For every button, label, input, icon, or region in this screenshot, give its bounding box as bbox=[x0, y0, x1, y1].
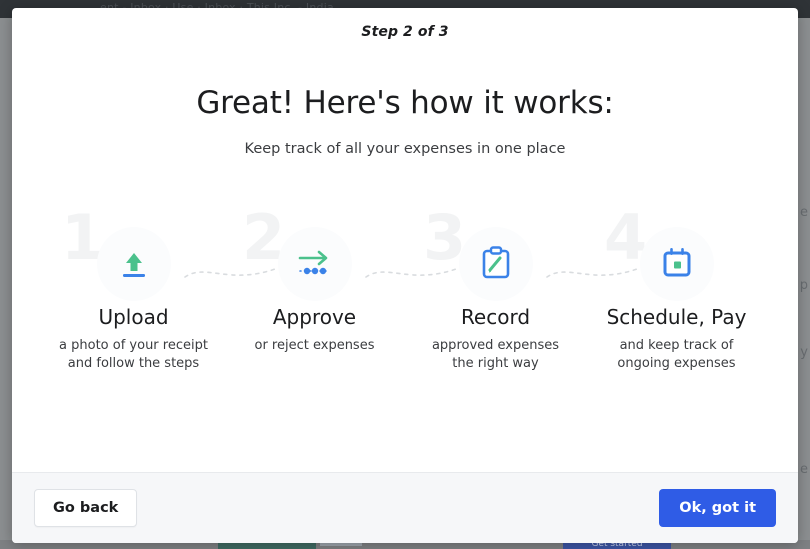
modal-body: Step 2 of 3 Great! Here's how it works: … bbox=[12, 8, 798, 472]
step-graphic-record: 3 bbox=[405, 207, 586, 301]
arrow-right-approve-icon bbox=[290, 239, 340, 287]
page-title: Great! Here's how it works: bbox=[196, 85, 614, 121]
step-indicator: Step 2 of 3 bbox=[361, 24, 449, 40]
clipboard-pencil-icon bbox=[471, 239, 521, 287]
step-graphic-approve: 2 bbox=[224, 207, 405, 301]
background-text-line-3: y bbox=[800, 345, 808, 360]
step-item-schedule-pay: 4 Schedule, Pay and keep track of ongoin… bbox=[586, 207, 767, 373]
step-description-upload: a photo of your receipt and follow the s… bbox=[59, 338, 208, 371]
step-title-approve: Approve bbox=[272, 305, 357, 329]
step-description-approve: or reject expenses bbox=[254, 338, 375, 353]
step-title-schedule-pay: Schedule, Pay bbox=[606, 305, 747, 329]
background-text-line-1: e bbox=[800, 205, 808, 220]
page-subtitle: Keep track of all your expenses in one p… bbox=[244, 141, 566, 157]
onboarding-modal: Step 2 of 3 Great! Here's how it works: … bbox=[12, 8, 798, 543]
background-text-line-4: e bbox=[800, 462, 808, 477]
step-title-record: Record bbox=[460, 305, 531, 329]
upload-icon bbox=[109, 239, 159, 287]
calendar-icon bbox=[652, 239, 702, 287]
go-back-button[interactable]: Go back bbox=[34, 489, 138, 527]
step-description-schedule-pay: and keep track of ongoing expenses bbox=[617, 338, 736, 371]
step-item-record: 3 Record approved expenses the right way bbox=[405, 207, 586, 373]
background-text-line-2: p bbox=[799, 278, 808, 293]
ok-got-it-button[interactable]: Ok, got it bbox=[659, 489, 776, 527]
step-description-record: approved expenses the right way bbox=[431, 338, 560, 371]
step-graphic-upload: 1 bbox=[43, 207, 224, 301]
step-item-approve: 2 Approve or reject expenses bbox=[224, 207, 405, 355]
steps-row: 1 Upload a photo of your receipt and fol… bbox=[12, 207, 798, 373]
step-title-upload: Upload bbox=[98, 305, 169, 329]
modal-footer: Go back Ok, got it bbox=[12, 472, 798, 543]
step-graphic-schedule-pay: 4 bbox=[586, 207, 767, 301]
step-item-upload: 1 Upload a photo of your receipt and fol… bbox=[43, 207, 224, 373]
